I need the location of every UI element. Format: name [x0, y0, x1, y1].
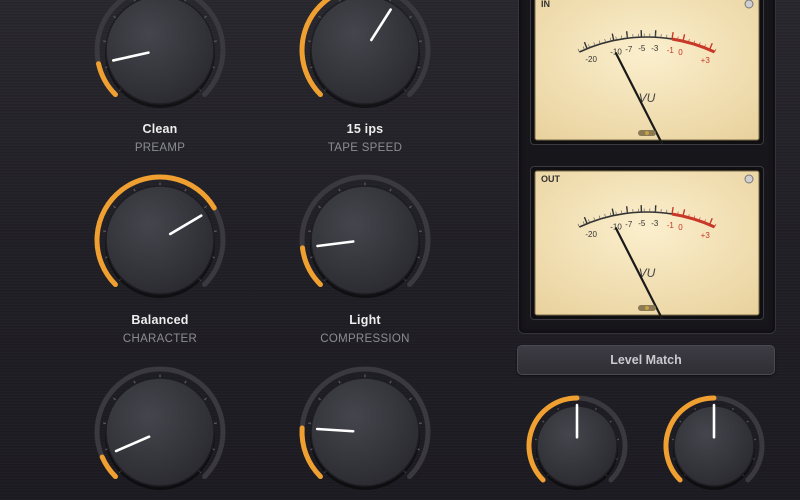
meter-scale-label: -3	[651, 219, 659, 228]
character-value: Balanced	[131, 313, 189, 327]
preamp-label: PREAMP	[134, 142, 186, 154]
knob-body	[310, 0, 420, 105]
knob-6-dial[interactable]	[275, 360, 455, 500]
meter-face	[534, 170, 760, 316]
knob-character[interactable]: Balanced CHARACTER	[70, 168, 250, 368]
meter-scale-label: -7	[625, 220, 633, 229]
knob-compression[interactable]: Light COMPRESSION	[275, 168, 455, 368]
input-vu-meter-face: IN-20-10 -7 -5 -3 -1 0+3VU	[534, 0, 760, 144]
character-label: CHARACTER	[122, 333, 198, 345]
meter-pivot-screw	[645, 306, 649, 310]
knob-body	[105, 185, 215, 295]
meter-scale-label: -1	[667, 46, 675, 55]
tape-speed-value: 15 ips	[346, 122, 384, 136]
meter-scale-label: -1	[667, 221, 675, 230]
meter-indicator-led	[744, 174, 754, 184]
level-match-button[interactable]: Level Match	[517, 345, 775, 375]
knob-body	[310, 377, 420, 487]
knob-body	[105, 0, 215, 105]
meter-title: OUT	[541, 174, 561, 184]
meter-scale-label: +3	[701, 231, 711, 240]
tape-speed-knob-dial[interactable]	[275, 0, 455, 118]
input-vu-meter: IN -20 -10 -7 -5 -3 -1 0 +3 VU	[530, 0, 764, 145]
meter-scale-label: -5	[638, 219, 646, 228]
knob-5-dial[interactable]	[70, 360, 250, 500]
meter-scale-label: -20	[585, 230, 597, 239]
output-vu-meter: OUT -20 -10 -7 -5 -3 -1 0 +3 VU	[530, 166, 764, 320]
knob-6[interactable]	[275, 360, 455, 500]
meter-title: IN	[541, 0, 550, 9]
meter-pivot-screw	[645, 131, 649, 135]
meter-scale-label: -3	[651, 44, 659, 53]
meter-scale-label: +3	[701, 56, 711, 65]
knob-body	[310, 185, 420, 295]
meter-scale-label: -20	[585, 55, 597, 64]
vu-meter-panel: IN -20 -10 -7 -5 -3 -1 0 +3 VU OUT -20 -10 -7 -5 -3 -1 0…	[518, 0, 776, 334]
character-knob-dial[interactable]	[70, 168, 250, 308]
level-in-knob-dial[interactable]	[507, 384, 647, 500]
meter-scale-label: -5	[638, 44, 646, 53]
compression-knob-dial[interactable]	[275, 168, 455, 308]
compression-value: Light	[349, 313, 381, 327]
meter-scale-label: 0	[678, 223, 683, 232]
meter-scale-label: -7	[625, 45, 633, 54]
knob-level-in[interactable]	[507, 384, 647, 500]
meter-scale-label: 0	[678, 48, 683, 57]
level-out-knob-dial[interactable]	[644, 384, 784, 500]
compression-label: COMPRESSION	[320, 333, 410, 345]
tape-speed-label: TAPE SPEED	[327, 142, 403, 154]
knob-preamp[interactable]: Clean PREAMP	[70, 0, 250, 178]
preamp-knob-dial[interactable]	[70, 0, 250, 118]
preamp-value: Clean	[142, 122, 178, 136]
knob-5[interactable]	[70, 360, 250, 500]
knob-tape-speed[interactable]: 15 ips TAPE SPEED	[275, 0, 455, 178]
knob-level-out[interactable]	[644, 384, 784, 500]
knob-body	[105, 377, 215, 487]
meter-face	[534, 0, 760, 141]
output-vu-meter-face: OUT-20-10 -7 -5 -3 -1 0+3VU	[534, 170, 760, 319]
meter-indicator-led	[744, 0, 754, 9]
